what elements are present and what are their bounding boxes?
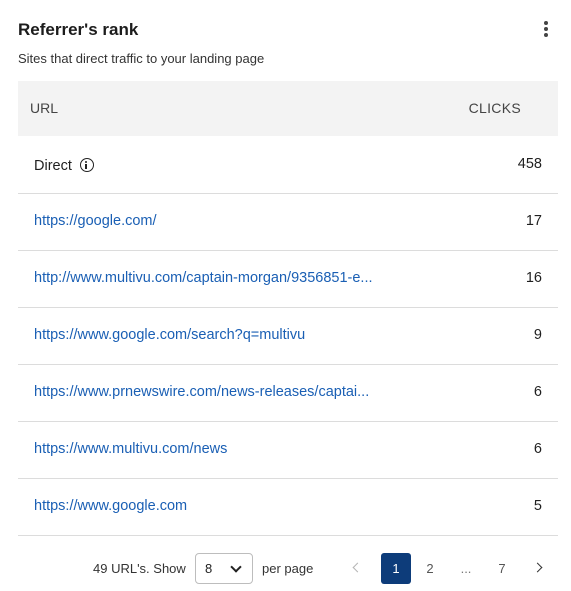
page-7-button[interactable]: 7 bbox=[492, 553, 512, 584]
clicks-cell: 6 bbox=[533, 441, 542, 457]
referrers-rank-card: Referrer's rank Sites that direct traffi… bbox=[0, 0, 571, 591]
clicks-cell: 9 bbox=[533, 327, 542, 343]
clicks-cell: 6 bbox=[533, 384, 542, 400]
table-row: https://google.com/ 17 bbox=[18, 194, 558, 251]
page-ellipsis: ... bbox=[460, 561, 472, 576]
url-count-text: 49 URL's. Show bbox=[93, 561, 186, 576]
clicks-cell: 458 bbox=[517, 156, 542, 172]
column-header-url[interactable]: URL bbox=[30, 100, 58, 116]
url-text: Direct bbox=[34, 158, 72, 174]
chevron-left-icon[interactable] bbox=[350, 561, 364, 575]
table-row: Direct 458 bbox=[18, 137, 558, 194]
table-row: https://www.prnewswire.com/news-releases… bbox=[18, 365, 558, 422]
clicks-cell: 17 bbox=[525, 213, 542, 229]
page-2-button[interactable]: 2 bbox=[420, 553, 440, 584]
url-link[interactable]: https://www.google.com bbox=[34, 498, 187, 514]
clicks-cell: 5 bbox=[533, 498, 542, 514]
column-header-clicks[interactable]: CLICKS bbox=[469, 100, 521, 116]
table-row: http://www.multivu.com/captain-morgan/93… bbox=[18, 251, 558, 308]
info-icon[interactable] bbox=[79, 158, 94, 172]
url-link[interactable]: https://www.google.com/search?q=multivu bbox=[34, 327, 305, 343]
chevron-down-icon bbox=[230, 561, 242, 573]
card-title: Referrer's rank bbox=[18, 20, 139, 39]
card-subtitle: Sites that direct traffic to your landin… bbox=[18, 51, 265, 66]
more-vertical-icon[interactable] bbox=[536, 19, 556, 39]
page-1-button[interactable]: 1 bbox=[381, 553, 411, 584]
pagination-bar: 49 URL's. Show 8 per page 1 2 ... 7 bbox=[0, 552, 571, 586]
chevron-right-icon[interactable] bbox=[533, 561, 547, 575]
table-header: URL CLICKS bbox=[18, 81, 558, 136]
per-page-select[interactable]: 8 bbox=[195, 553, 253, 584]
clicks-cell: 16 bbox=[525, 270, 542, 286]
table-row: https://www.google.com/search?q=multivu … bbox=[18, 308, 558, 365]
table-row: https://www.google.com 5 bbox=[18, 479, 558, 536]
per-page-label: per page bbox=[262, 561, 314, 576]
url-link[interactable]: http://www.multivu.com/captain-morgan/93… bbox=[34, 270, 373, 286]
url-link[interactable]: https://google.com/ bbox=[34, 213, 157, 229]
url-cell: Direct bbox=[34, 156, 94, 174]
per-page-value: 8 bbox=[205, 561, 213, 576]
table-body: Direct 458 https://google.com/ 17 http:/… bbox=[18, 137, 558, 536]
table-row: https://www.multivu.com/news 6 bbox=[18, 422, 558, 479]
url-link[interactable]: https://www.multivu.com/news bbox=[34, 441, 227, 457]
url-link[interactable]: https://www.prnewswire.com/news-releases… bbox=[34, 384, 369, 400]
